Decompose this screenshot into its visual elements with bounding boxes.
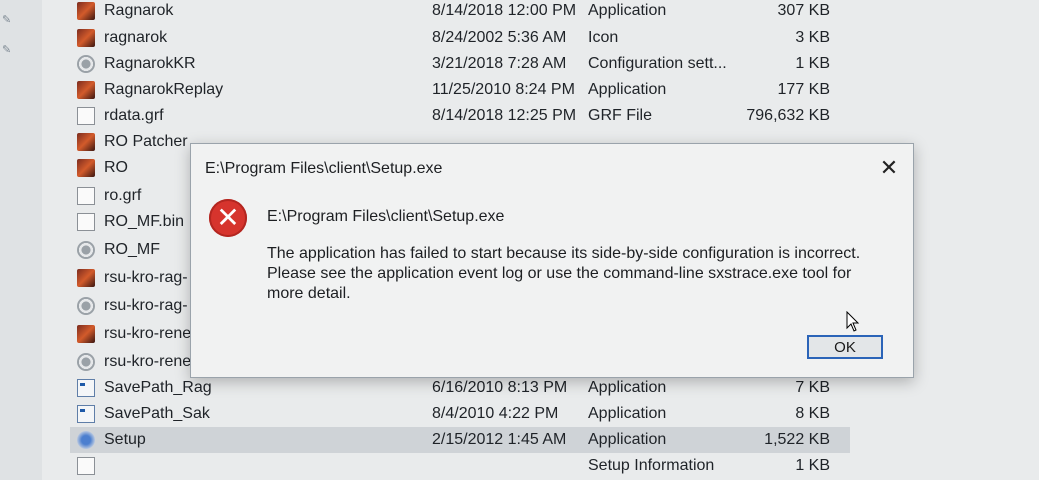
file-name: SavePath_Sak: [104, 405, 210, 422]
file-row[interactable]: SavePath_Rag 6/16/2010 8:13 PM Application…: [70, 375, 850, 401]
file-date: 8/24/2002 5:36 AM: [432, 29, 567, 46]
file-size: 177 KB: [777, 81, 830, 98]
file-icon: [77, 213, 95, 231]
error-message: The application has failed to start beca…: [267, 245, 861, 302]
file-row[interactable]: ragnarok 8/24/2002 5:36 AM Icon 3 KB: [70, 25, 850, 51]
file-row[interactable]: Setup 2/15/2012 1:45 AM Application 1,522 K…: [70, 427, 850, 453]
app-icon: [77, 405, 95, 423]
file-size: 3 KB: [795, 29, 830, 46]
file-size: 307 KB: [777, 2, 830, 19]
file-size: 1 KB: [795, 55, 830, 72]
game-icon: [77, 81, 95, 99]
file-name: RagnarokKR: [104, 55, 196, 72]
file-icon: [77, 107, 95, 125]
game-icon: [77, 159, 95, 177]
file-size: 1 KB: [795, 457, 830, 474]
file-date: 11/25/2010 8:24 PM: [432, 81, 575, 98]
file-size: 7 KB: [795, 379, 830, 396]
file-row[interactable]: rdata.grf 8/14/2018 12:25 PM GRF File 796,6…: [70, 103, 850, 129]
file-name: Ragnarok: [104, 2, 174, 19]
file-date: 2/15/2012 1:45 AM: [432, 431, 567, 448]
file-row[interactable]: Setup Information 1 KB: [70, 453, 850, 479]
game-icon: [77, 325, 95, 343]
close-button[interactable]: ✕: [877, 156, 901, 180]
file-date: 3/21/2018 7:28 AM: [432, 55, 567, 72]
file-size: 796,632 KB: [746, 107, 830, 124]
file-date: 8/14/2018 12:00 PM: [432, 2, 577, 19]
file-name: rdata.grf: [104, 107, 164, 124]
gear-file-icon: [77, 297, 95, 315]
file-name: SavePath_Rag: [104, 379, 212, 396]
error-icon: ✕: [209, 199, 247, 237]
file-date: 8/4/2010 4:22 PM: [432, 405, 559, 422]
file-name: RagnarokReplay: [104, 81, 224, 98]
gear-file-icon: [77, 353, 95, 371]
game-icon: [77, 29, 95, 47]
file-row[interactable]: RagnarokReplay 11/25/2010 8:24 PM Applicat…: [70, 77, 850, 103]
file-name: Setup: [104, 431, 146, 448]
main-instruction: E:\Program Files\client\Setup.exe: [267, 208, 505, 225]
gear-file-icon: [77, 241, 95, 259]
file-size: 1,522 KB: [764, 431, 830, 448]
game-icon: [77, 269, 95, 287]
file-size: 8 KB: [795, 405, 830, 422]
setup-icon: [77, 431, 95, 449]
mouse-cursor-icon: [846, 311, 860, 332]
app-icon: [77, 379, 95, 397]
gear-file-icon: [77, 55, 95, 73]
file-name: ragnarok: [104, 29, 168, 46]
file-icon: [77, 187, 95, 205]
file-icon: [77, 457, 95, 475]
file-row[interactable]: Ragnarok 8/14/2018 12:00 PM Application 307…: [70, 0, 850, 24]
file-row[interactable]: RagnarokKR 3/21/2018 7:28 AM Configuration…: [70, 51, 850, 77]
error-dialog: E:\Program Files\client\Setup.exe ✕ ✕ E:…: [190, 143, 914, 378]
dialog-title: E:\Program Files\client\Setup.exe: [205, 160, 443, 177]
file-date: 8/14/2018 12:25 PM: [432, 107, 577, 124]
ok-button[interactable]: OK: [807, 335, 883, 359]
file-date: 6/16/2010 8:13 PM: [432, 379, 568, 396]
game-icon: [77, 2, 95, 20]
game-icon: [77, 133, 95, 151]
file-row[interactable]: SavePath_Sak 8/4/2010 4:22 PM Application 8…: [70, 401, 850, 427]
